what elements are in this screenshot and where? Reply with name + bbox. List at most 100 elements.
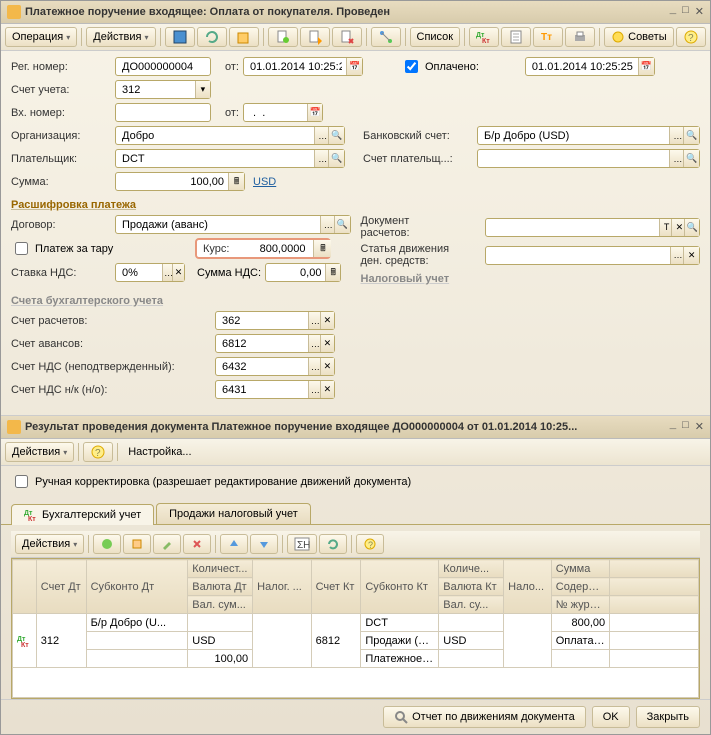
col-ktacc[interactable]: Счет Кт	[311, 560, 361, 614]
input-paid-date[interactable]: 📅	[525, 57, 655, 76]
search-icon[interactable]: 🔍	[683, 127, 699, 144]
calendar-icon[interactable]: 📅	[638, 58, 654, 75]
up-icon[interactable]	[220, 534, 248, 554]
clear-icon[interactable]: ✕	[683, 247, 699, 264]
input-payer[interactable]: …🔍	[115, 149, 345, 168]
search-icon[interactable]: 🔍	[328, 150, 344, 167]
doc-action1-icon[interactable]	[268, 27, 298, 47]
edit-icon[interactable]	[153, 534, 181, 554]
col-valsum[interactable]: Вал. сум...	[188, 596, 253, 614]
actions-dropdown[interactable]: Действия▾	[86, 27, 155, 47]
delete-icon[interactable]	[183, 534, 211, 554]
paid-checkbox[interactable]: Оплачено:	[401, 57, 479, 76]
calc-icon[interactable]: 🖩	[313, 240, 331, 257]
tab-accounting[interactable]: ДтКтБухгалтерский учет	[11, 504, 154, 525]
input-sum[interactable]: 🖩	[115, 172, 245, 191]
input-inno[interactable]	[115, 103, 211, 122]
settings-link[interactable]: Настройка...	[122, 442, 197, 462]
help-icon[interactable]: ?	[676, 27, 706, 47]
col-journal[interactable]: № журнала	[551, 596, 609, 614]
list-button[interactable]: Список	[410, 27, 461, 47]
tab-tax[interactable]: Продажи налоговый учет	[156, 503, 311, 524]
col-curdt[interactable]: Валюта Дт	[188, 578, 253, 596]
clear-icon[interactable]: ✕	[320, 358, 334, 375]
movements-icon[interactable]	[229, 27, 259, 47]
actions-dropdown-2[interactable]: Действия▾	[5, 442, 74, 462]
calendar-icon[interactable]: 📅	[307, 104, 322, 121]
col-content[interactable]: Содержание	[551, 578, 609, 596]
col-sum[interactable]: Сумма	[551, 560, 609, 578]
search-icon[interactable]: 🔍	[684, 219, 699, 236]
dtkt-icon[interactable]: ДтКт	[469, 27, 499, 47]
refresh-grid-icon[interactable]	[319, 534, 347, 554]
input-org[interactable]: …🔍	[115, 126, 345, 145]
search-icon[interactable]: 🔍	[683, 150, 699, 167]
input-accvatnn[interactable]: …✕	[215, 380, 335, 399]
maximize-btn[interactable]: □	[682, 5, 689, 19]
tt-icon[interactable]: Tт	[533, 27, 563, 47]
currency-link[interactable]: USD	[253, 176, 276, 188]
print-icon[interactable]	[565, 27, 595, 47]
col-qty[interactable]: Количест...	[188, 560, 253, 578]
help-icon-2[interactable]: ?	[83, 442, 113, 462]
input-account[interactable]: ▾	[115, 80, 211, 99]
minimize-btn[interactable]: _	[670, 420, 677, 434]
ok-button[interactable]: OK	[592, 706, 630, 728]
close-btn[interactable]: ✕	[695, 5, 704, 19]
calendar-icon[interactable]: 📅	[346, 58, 362, 75]
add-icon[interactable]	[93, 534, 121, 554]
col-subkt[interactable]: Субконто Кт	[361, 560, 439, 614]
post-icon[interactable]	[165, 27, 195, 47]
help-grid-icon[interactable]: ?	[356, 534, 384, 554]
input-cashflow[interactable]: …✕	[485, 246, 701, 265]
doc-action2-icon[interactable]	[300, 27, 330, 47]
input-from2[interactable]: 📅	[243, 103, 323, 122]
col-subdt[interactable]: Субконто Дт	[86, 560, 188, 614]
clear-icon[interactable]: ✕	[320, 335, 334, 352]
dropdown-icon[interactable]: ▾	[195, 81, 210, 98]
input-regno[interactable]	[115, 57, 211, 76]
minimize-btn[interactable]: _	[670, 5, 677, 19]
col-valsumk[interactable]: Вал. су...	[439, 596, 504, 614]
input-vatrate[interactable]: …✕	[115, 263, 185, 282]
clear-icon[interactable]: ✕	[172, 264, 184, 281]
tare-checkbox[interactable]: Платеж за тару	[11, 239, 191, 258]
input-docsettle[interactable]: T✕🔍	[485, 218, 701, 237]
calc-icon[interactable]: 🖩	[228, 173, 244, 190]
col-taxk[interactable]: Нало...	[504, 560, 552, 614]
input-contract[interactable]: …🔍	[115, 215, 351, 234]
down-icon[interactable]	[250, 534, 278, 554]
input-from[interactable]: 📅	[243, 57, 363, 76]
grid-actions-dropdown[interactable]: Действия▾	[15, 534, 84, 554]
doc-action3-icon[interactable]	[332, 27, 362, 47]
refresh-icon[interactable]	[197, 27, 227, 47]
calc-icon[interactable]: 🖩	[325, 264, 340, 281]
col-curkt[interactable]: Валюта Кт	[439, 578, 504, 596]
input-payeracc[interactable]: …🔍	[477, 149, 700, 168]
search-icon[interactable]: 🔍	[334, 216, 350, 233]
close-button[interactable]: Закрыть	[636, 706, 700, 728]
report-button[interactable]: Отчет по движениям документа	[383, 706, 586, 728]
input-accadv[interactable]: …✕	[215, 334, 335, 353]
sigma-icon[interactable]: ΣH	[287, 534, 317, 554]
report-icon[interactable]	[501, 27, 531, 47]
col-qtyk[interactable]: Количе...	[439, 560, 504, 578]
input-vatsum[interactable]: 🖩	[265, 263, 341, 282]
rate-field[interactable]: Курс: 800,0000 🖩	[195, 238, 331, 259]
search-icon[interactable]: 🔍	[328, 127, 344, 144]
input-bankacc[interactable]: …🔍	[477, 126, 700, 145]
col-dtacc[interactable]: Счет Дт	[36, 560, 86, 614]
structure-icon[interactable]	[371, 27, 401, 47]
input-accsettle[interactable]: …✕	[215, 311, 335, 330]
clear-icon[interactable]: ✕	[320, 312, 334, 329]
input-accvatunc[interactable]: …✕	[215, 357, 335, 376]
copy-icon[interactable]	[123, 534, 151, 554]
maximize-btn[interactable]: □	[682, 420, 689, 434]
clear-icon[interactable]: ✕	[320, 381, 334, 398]
col-icon[interactable]	[13, 560, 37, 614]
col-tax[interactable]: Налог. ...	[253, 560, 311, 614]
tips-button[interactable]: Советы	[604, 27, 673, 47]
manual-checkbox[interactable]: Ручная корректировка (разрешает редактир…	[11, 472, 411, 491]
close-btn[interactable]: ✕	[695, 420, 704, 434]
table-row[interactable]: ДтКт 312 Б/р Добро (U... 6812 DCT 800,00	[13, 614, 699, 632]
